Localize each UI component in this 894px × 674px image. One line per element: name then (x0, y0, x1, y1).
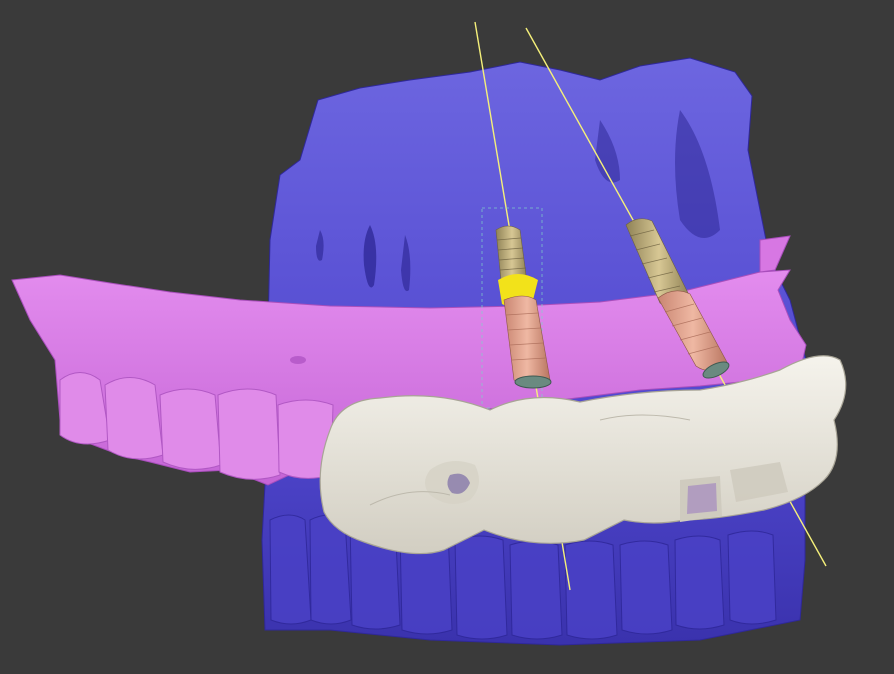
3d-viewport[interactable] (0, 0, 894, 674)
dental-scene (11, 21, 847, 646)
